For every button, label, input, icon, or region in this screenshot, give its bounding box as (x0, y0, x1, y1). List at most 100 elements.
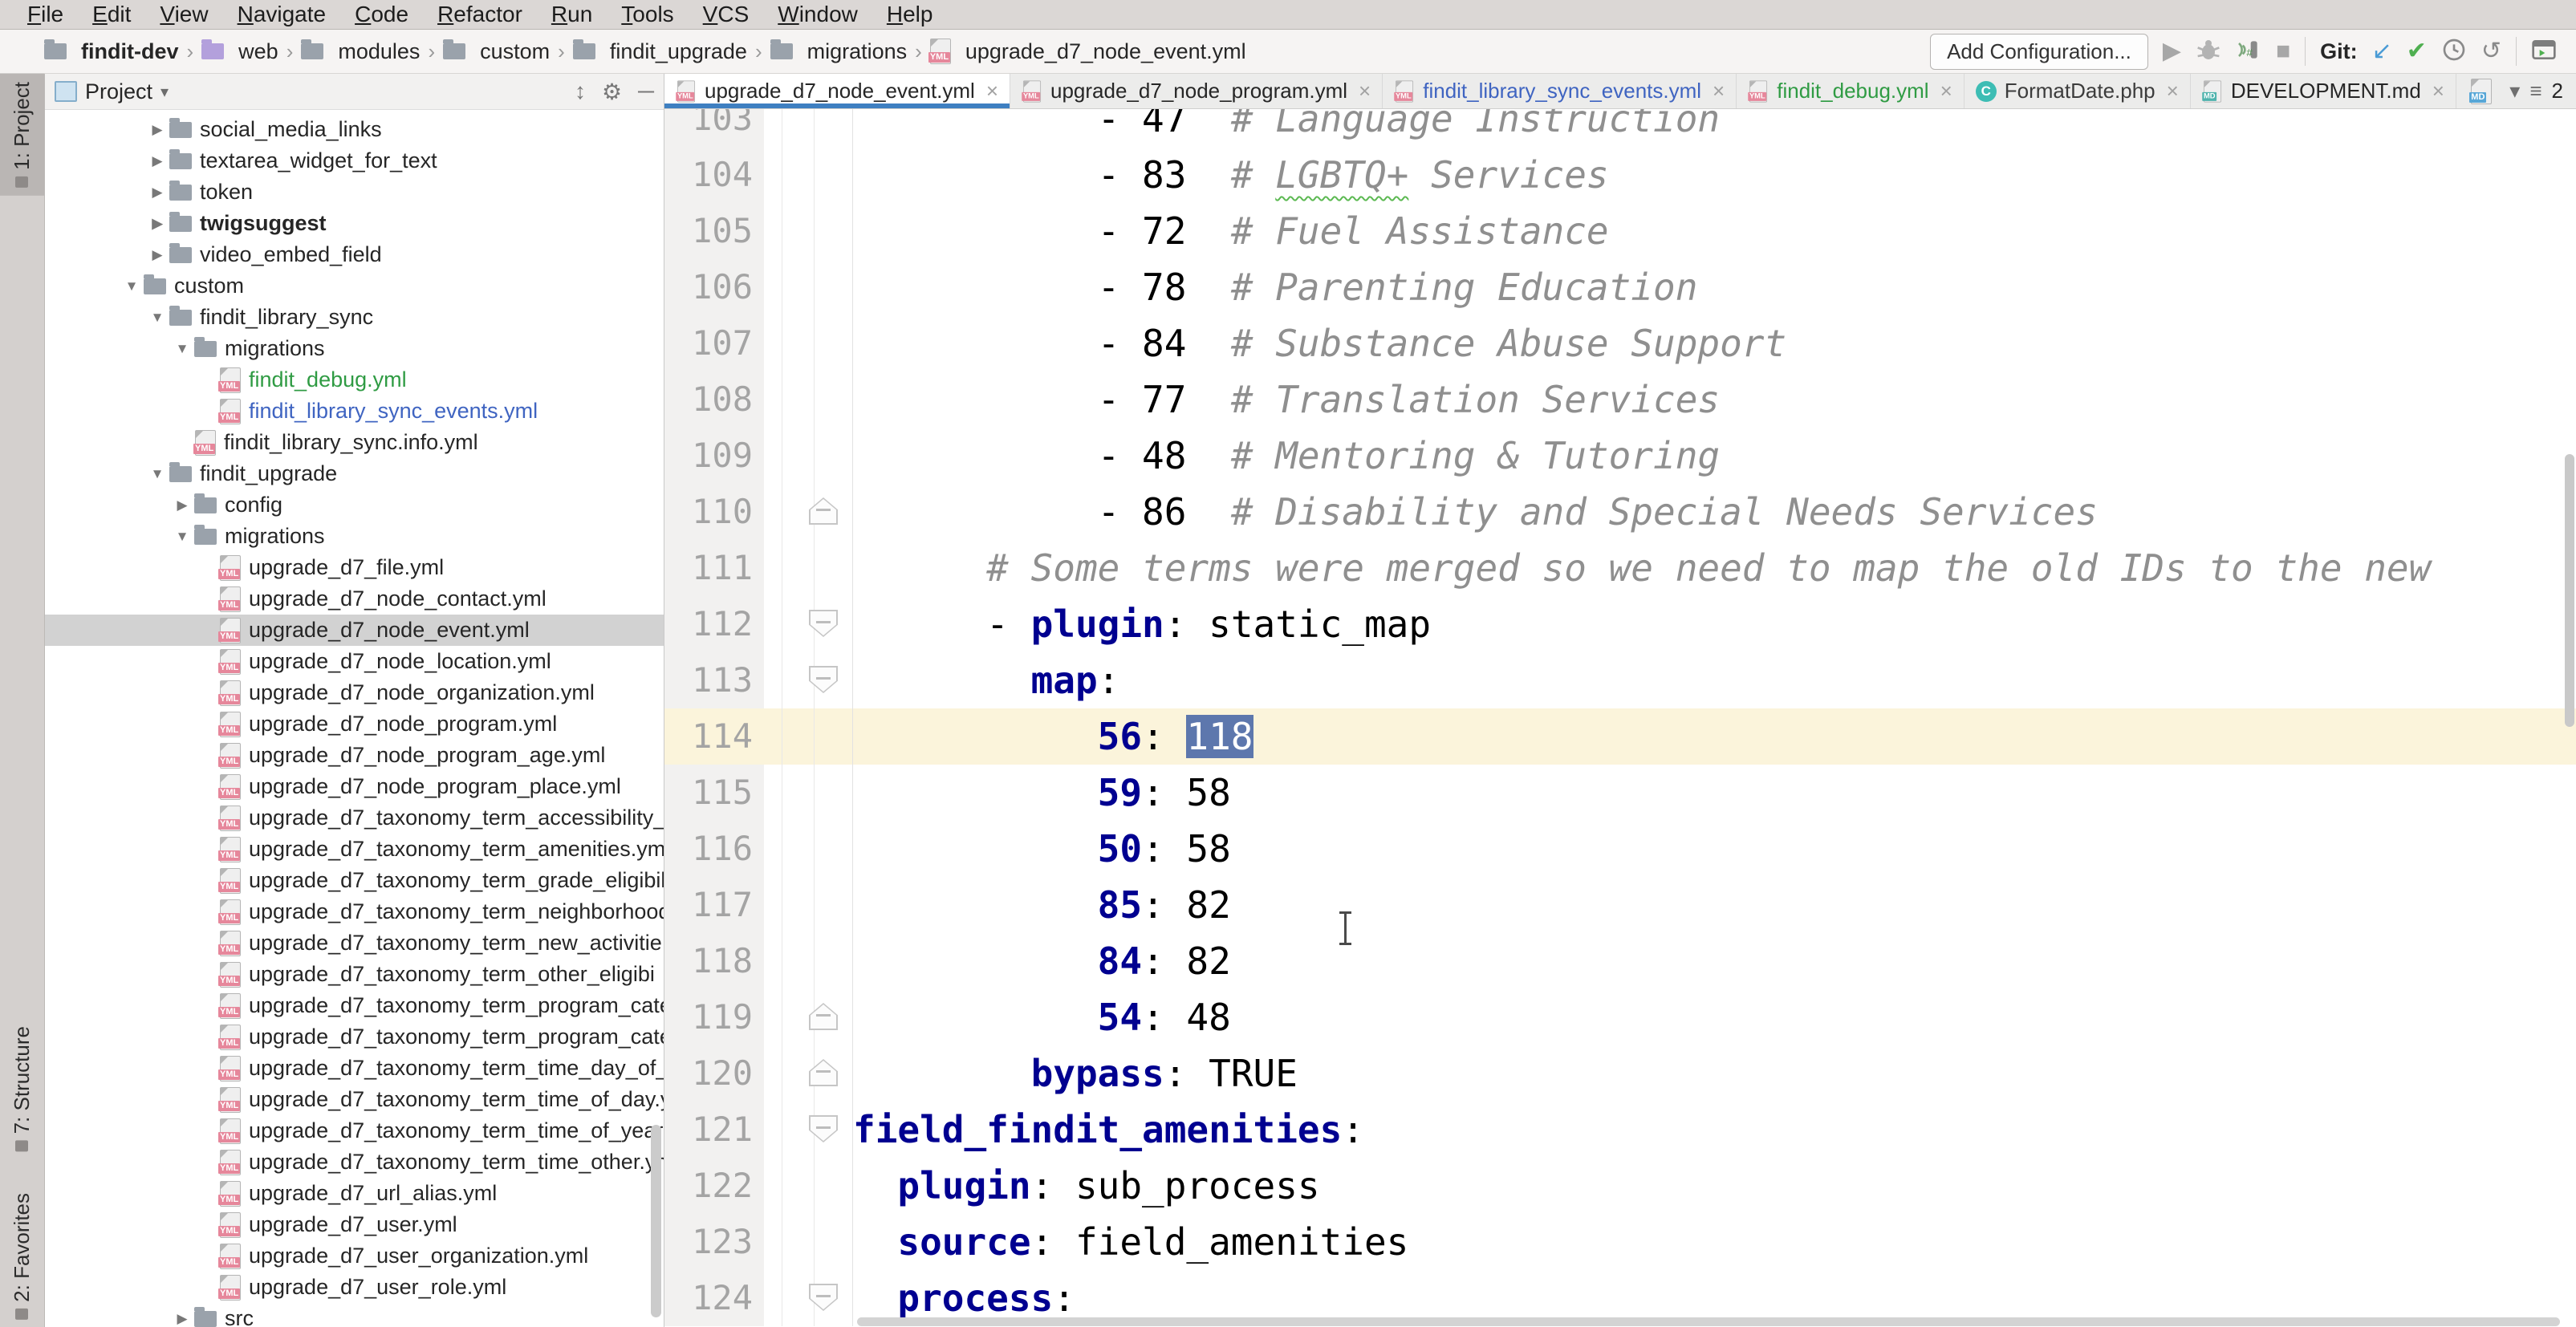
chevron-down-icon[interactable]: ▾ (2509, 79, 2520, 103)
breadcrumb-item-upgrade-d7-node-event-yml[interactable]: YMLupgrade_d7_node_event.yml (930, 39, 1246, 64)
menu-item-navigate[interactable]: Navigate (225, 1, 339, 28)
add-configuration-button[interactable]: Add Configuration... (1930, 34, 2148, 70)
close-icon[interactable]: × (2432, 79, 2444, 103)
code-line-116[interactable]: 116 50: 58 (664, 821, 2576, 877)
collapsed-arrow-icon[interactable]: ▶ (170, 497, 194, 513)
code-line-122[interactable]: 122 plugin: sub_process (664, 1158, 2576, 1214)
fold-start-icon[interactable] (809, 1115, 838, 1142)
collapsed-arrow-icon[interactable]: ▶ (145, 216, 169, 232)
code-line-107[interactable]: 107 - 84 # Substance Abuse Support (664, 315, 2576, 371)
run-anything-icon[interactable] (2531, 37, 2557, 67)
close-icon[interactable]: × (1359, 79, 1371, 103)
tree-item-social-media-links[interactable]: ▶social_media_links (45, 114, 664, 145)
tree-item-custom[interactable]: ▼custom (45, 270, 664, 302)
tree-item-migrations[interactable]: ▼migrations (45, 521, 664, 552)
code-line-104[interactable]: 104 - 83 # LGBTQ+ Services (664, 147, 2576, 203)
tree-item-migrations[interactable]: ▼migrations (45, 333, 664, 364)
editor-tab-findit-library-sync-events-yml[interactable]: YMLfindit_library_sync_events.yml× (1383, 74, 1737, 108)
menu-item-edit[interactable]: Edit (79, 1, 144, 28)
fold-end-icon[interactable] (809, 1059, 838, 1086)
code-line-105[interactable]: 105 - 72 # Fuel Assistance (664, 203, 2576, 259)
tool-window-button-favorites[interactable]: 2: Favorites (0, 1185, 44, 1327)
tree-item-upgrade-d7-node-contact-yml[interactable]: YMLupgrade_d7_node_contact.yml (45, 583, 664, 615)
editor-tab-formatdate-php[interactable]: CFormatDate.php× (1965, 74, 2191, 108)
menu-item-tools[interactable]: Tools (608, 1, 686, 28)
code-line-106[interactable]: 106 - 78 # Parenting Education (664, 259, 2576, 315)
tree-item-upgrade-d7-taxonomy-term-time-other-ym[interactable]: YMLupgrade_d7_taxonomy_term_time_other.y… (45, 1146, 664, 1178)
editor-tab-findit-debug-yml[interactable]: YMLfindit_debug.yml× (1737, 74, 1965, 108)
menu-item-file[interactable]: File (14, 1, 76, 28)
tree-item-upgrade-d7-node-organization-yml[interactable]: YMLupgrade_d7_node_organization.yml (45, 677, 664, 708)
code-line-118[interactable]: 118 84: 82 (664, 933, 2576, 989)
tool-window-button-project[interactable]: 1: Project (0, 74, 44, 196)
collapsed-arrow-icon[interactable]: ▶ (145, 122, 169, 138)
menu-item-refactor[interactable]: Refactor (425, 1, 535, 28)
breadcrumb-item-web[interactable]: web (201, 39, 278, 64)
tree-item-upgrade-d7-file-yml[interactable]: YMLupgrade_d7_file.yml (45, 552, 664, 583)
tree-item-upgrade-d7-node-location-yml[interactable]: YMLupgrade_d7_node_location.yml (45, 646, 664, 677)
tree-item-upgrade-d7-node-program-yml[interactable]: YMLupgrade_d7_node_program.yml (45, 708, 664, 740)
code-line-109[interactable]: 109 - 48 # Mentoring & Tutoring (664, 428, 2576, 484)
breadcrumb-item-migrations[interactable]: migrations (770, 39, 908, 64)
git-commit-icon[interactable]: ✔ (2407, 39, 2427, 63)
tree-item-upgrade-d7-user-yml[interactable]: YMLupgrade_d7_user.yml (45, 1209, 664, 1240)
editor-vertical-scrollbar[interactable] (2565, 454, 2574, 727)
tree-item-upgrade-d7-taxonomy-term-new-activitie[interactable]: YMLupgrade_d7_taxonomy_term_new_activiti… (45, 927, 664, 959)
menu-item-code[interactable]: Code (342, 1, 421, 28)
git-history-icon[interactable] (2441, 37, 2467, 67)
fold-start-icon[interactable] (809, 666, 838, 693)
code-line-110[interactable]: 110 - 86 # Disability and Special Needs … (664, 484, 2576, 540)
fold-end-icon[interactable] (809, 497, 838, 525)
code-line-117[interactable]: 117 85: 82 (664, 877, 2576, 933)
tree-item-findit-library-sync-info-yml[interactable]: YMLfindit_library_sync.info.yml (45, 427, 664, 458)
expanded-arrow-icon[interactable]: ▼ (170, 341, 194, 357)
breadcrumb-item-custom[interactable]: custom (443, 39, 550, 64)
tree-item-findit-library-sync-events-yml[interactable]: YMLfindit_library_sync_events.yml (45, 396, 664, 427)
gear-icon[interactable]: ⚙ (602, 79, 622, 105)
phone-listen-icon[interactable]: # (2236, 37, 2261, 67)
tree-item-upgrade-d7-taxonomy-term-time-of-year[interactable]: YMLupgrade_d7_taxonomy_term_time_of_year… (45, 1115, 664, 1146)
menu-item-view[interactable]: View (147, 1, 221, 28)
code-line-114[interactable]: 114 56: 118 (664, 708, 2576, 765)
close-icon[interactable]: × (1940, 79, 1952, 103)
fold-end-icon[interactable] (809, 1003, 838, 1030)
project-panel-title[interactable]: Project (85, 79, 152, 104)
tree-item-findit-debug-yml[interactable]: YMLfindit_debug.yml (45, 364, 664, 396)
tree-item-token[interactable]: ▶token (45, 177, 664, 208)
close-icon[interactable]: × (986, 79, 998, 103)
close-icon[interactable]: × (1713, 79, 1725, 103)
close-icon[interactable]: × (2167, 79, 2179, 103)
hide-panel-icon[interactable]: ─ (638, 79, 654, 104)
stop-icon[interactable]: ■ (2276, 39, 2290, 63)
expanded-arrow-icon[interactable]: ▼ (170, 529, 194, 545)
tree-item-findit-upgrade[interactable]: ▼findit_upgrade (45, 458, 664, 489)
tree-item-upgrade-d7-taxonomy-term-neighborhood[interactable]: YMLupgrade_d7_taxonomy_term_neighborhood (45, 896, 664, 927)
code-line-119[interactable]: 119 54: 48 (664, 989, 2576, 1045)
collapsed-arrow-icon[interactable]: ▶ (170, 1311, 194, 1327)
editor-tab-upgrade-d7-node-event-yml[interactable]: YMLupgrade_d7_node_event.yml× (664, 74, 1010, 108)
tree-item-upgrade-d7-taxonomy-term-other-eligibi[interactable]: YMLupgrade_d7_taxonomy_term_other_eligib… (45, 959, 664, 990)
git-rollback-icon[interactable]: ↺ (2481, 39, 2501, 63)
tree-item-upgrade-d7-taxonomy-term-program-cate[interactable]: YMLupgrade_d7_taxonomy_term_program_cate (45, 1021, 664, 1053)
menu-item-vcs[interactable]: VCS (690, 1, 762, 28)
menu-item-run[interactable]: Run (538, 1, 605, 28)
code-line-123[interactable]: 123 source: field_amenities (664, 1214, 2576, 1270)
collapsed-arrow-icon[interactable]: ▶ (145, 153, 169, 169)
debug-icon[interactable] (2196, 37, 2221, 67)
expanded-arrow-icon[interactable]: ▼ (145, 466, 169, 482)
tree-item-upgrade-d7-taxonomy-term-program-cate[interactable]: YMLupgrade_d7_taxonomy_term_program_cate (45, 990, 664, 1021)
menu-item-help[interactable]: Help (874, 1, 946, 28)
tree-item-config[interactable]: ▶config (45, 489, 664, 521)
tree-item-upgrade-d7-url-alias-yml[interactable]: YMLupgrade_d7_url_alias.yml (45, 1178, 664, 1209)
tree-item-video-embed-field[interactable]: ▶video_embed_field (45, 239, 664, 270)
run-icon[interactable]: ▶ (2163, 39, 2181, 63)
breadcrumb-item-findit-upgrade[interactable]: findit_upgrade (573, 39, 747, 64)
tree-item-upgrade-d7-user-organization-yml[interactable]: YMLupgrade_d7_user_organization.yml (45, 1240, 664, 1272)
expanded-arrow-icon[interactable]: ▼ (120, 278, 144, 294)
fold-start-icon[interactable] (809, 1284, 838, 1311)
code-line-108[interactable]: 108 - 77 # Translation Services (664, 371, 2576, 428)
editor-tab-development-md[interactable]: MDDEVELOPMENT.md× (2191, 74, 2456, 108)
tree-item-upgrade-d7-node-program-place-yml[interactable]: YMLupgrade_d7_node_program_place.yml (45, 771, 664, 802)
tree-item-upgrade-d7-taxonomy-term-time-of-day-y[interactable]: YMLupgrade_d7_taxonomy_term_time_of_day.… (45, 1084, 664, 1115)
tree-item-upgrade-d7-user-role-yml[interactable]: YMLupgrade_d7_user_role.yml (45, 1272, 664, 1303)
